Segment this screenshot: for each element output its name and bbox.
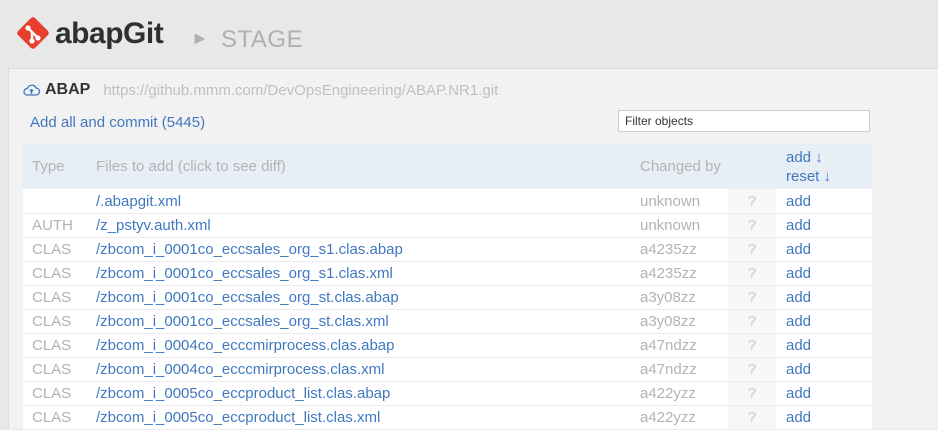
reset-all-link[interactable]: reset ↓ (786, 167, 872, 186)
table-row: AUTH/z_pstyv.auth.xml unknown? add (23, 213, 872, 238)
row-file-link[interactable]: /.abapgit.xml (96, 189, 640, 214)
row-changed-by: a3y08zz (640, 285, 728, 310)
cloud-upload-icon (23, 84, 40, 96)
table-row: CLAS/zbcom_i_0001co_eccsales_org_s1.clas… (23, 261, 872, 286)
row-add-link[interactable]: add (776, 261, 872, 286)
row-file-link[interactable]: /zbcom_i_0004co_ecccmirprocess.clas.xml (96, 357, 640, 382)
row-add-link[interactable]: add (776, 213, 872, 238)
page-title: STAGE (221, 26, 304, 53)
row-changed-by: unknown (640, 213, 728, 238)
table-row: CLAS/zbcom_i_0004co_ecccmirprocess.clas.… (23, 333, 872, 358)
repo-name: ABAP (45, 81, 91, 98)
add-all-and-commit-link[interactable]: Add all and commit (5445) (30, 114, 205, 131)
row-file-link[interactable]: /zbcom_i_0001co_eccsales_org_s1.clas.aba… (96, 237, 640, 262)
row-file-link[interactable]: /zbcom_i_0005co_eccproduct_list.clas.aba… (96, 381, 640, 406)
repo-url[interactable]: https://github.mmm.com/DevOpsEngineering… (103, 82, 498, 99)
row-file-link[interactable]: /zbcom_i_0001co_eccsales_org_st.clas.xml (96, 309, 640, 334)
app-title: abapGit (55, 17, 164, 50)
column-header-files: Files to add (click to see diff) (96, 158, 286, 175)
row-type: CLAS (23, 285, 96, 310)
row-file-link[interactable]: /zbcom_i_0001co_eccsales_org_s1.clas.xml (96, 261, 640, 286)
row-type: AUTH (23, 213, 96, 238)
row-status: ? (728, 309, 776, 334)
row-file-link[interactable]: /zbcom_i_0001co_eccsales_org_st.clas.aba… (96, 285, 640, 310)
row-changed-by: a47ndzz (640, 357, 728, 382)
table-row: CLAS/zbcom_i_0001co_eccsales_org_st.clas… (23, 309, 872, 334)
row-add-link[interactable]: add (776, 333, 872, 358)
row-changed-by: a3y08zz (640, 309, 728, 334)
row-file-link[interactable]: /z_pstyv.auth.xml (96, 213, 640, 238)
row-status: ? (728, 237, 776, 262)
row-status: ? (728, 333, 776, 358)
table-row: CLAS/zbcom_i_0001co_eccsales_org_s1.clas… (23, 237, 872, 262)
row-add-link[interactable]: add (776, 237, 872, 262)
table-row: CLAS/zbcom_i_0005co_eccproduct_list.clas… (23, 381, 872, 406)
row-changed-by: a4235zz (640, 237, 728, 262)
stage-table: Type Files to add (click to see diff) Ch… (23, 144, 872, 430)
table-row: CLAS/zbcom_i_0004co_ecccmirprocess.clas.… (23, 357, 872, 382)
repo-header: ABAP https://github.mmm.com/DevOpsEngine… (23, 80, 498, 100)
row-type (23, 189, 96, 214)
row-type: CLAS (23, 405, 96, 430)
row-add-link[interactable]: add (776, 405, 872, 430)
table-row: CLAS/zbcom_i_0005co_eccproduct_list.clas… (23, 405, 872, 430)
row-add-link[interactable]: add (776, 357, 872, 382)
row-type: CLAS (23, 309, 96, 334)
row-add-link[interactable]: add (776, 381, 872, 406)
row-status: ? (728, 405, 776, 430)
row-status: ? (728, 285, 776, 310)
app-header: abapGit ► STAGE (0, 0, 938, 66)
row-file-link[interactable]: /zbcom_i_0004co_ecccmirprocess.clas.abap (96, 333, 640, 358)
row-type: CLAS (23, 333, 96, 358)
row-status: ? (728, 381, 776, 406)
row-type: CLAS (23, 261, 96, 286)
row-type: CLAS (23, 237, 96, 262)
column-header-status (728, 144, 776, 189)
row-status: ? (728, 261, 776, 286)
row-file-link[interactable]: /zbcom_i_0005co_eccproduct_list.clas.xml (96, 405, 640, 430)
breadcrumb-arrow-icon: ► (191, 28, 209, 48)
row-add-link[interactable]: add (776, 189, 872, 214)
table-row: CLAS/zbcom_i_0001co_eccsales_org_st.clas… (23, 285, 872, 310)
row-type: CLAS (23, 357, 96, 382)
column-header-actions: add ↓ reset ↓ (776, 144, 872, 189)
row-status: ? (728, 357, 776, 382)
row-add-link[interactable]: add (776, 285, 872, 310)
table-header-row: Type Files to add (click to see diff) Ch… (23, 144, 872, 189)
column-header-type: Type (32, 158, 65, 175)
filter-objects-input[interactable] (618, 110, 870, 132)
row-changed-by: a47ndzz (640, 333, 728, 358)
table-row: /.abapgit.xml unknown? add (23, 189, 872, 214)
row-changed-by: a422yzz (640, 405, 728, 430)
row-changed-by: a4235zz (640, 261, 728, 286)
row-status: ? (728, 189, 776, 214)
add-all-link[interactable]: add ↓ (786, 148, 872, 167)
row-type: CLAS (23, 381, 96, 406)
stage-panel: ABAP https://github.mmm.com/DevOpsEngine… (8, 68, 938, 430)
row-add-link[interactable]: add (776, 309, 872, 334)
row-changed-by: unknown (640, 189, 728, 214)
abapgit-logo-icon[interactable] (16, 16, 50, 50)
row-changed-by: a422yzz (640, 381, 728, 406)
row-status: ? (728, 213, 776, 238)
column-header-changed-by: Changed by (640, 158, 721, 175)
